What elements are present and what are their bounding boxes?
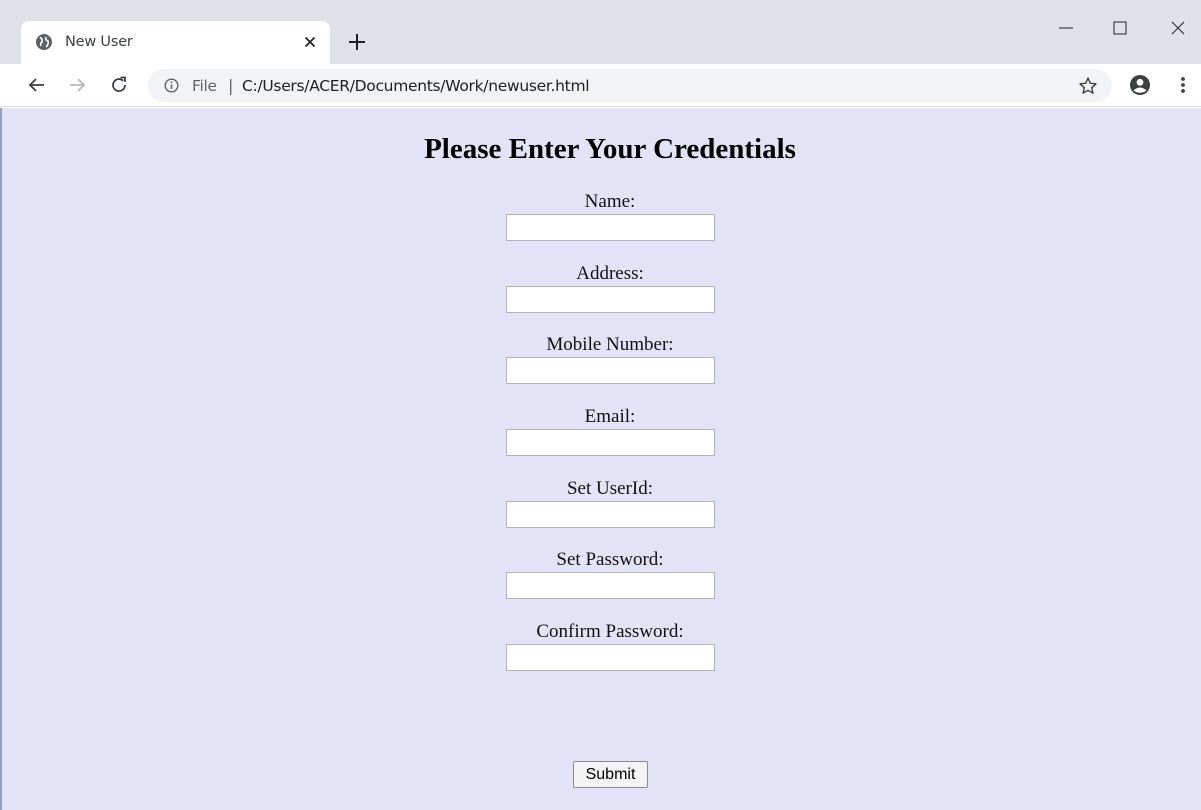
address-input[interactable]: [505, 286, 715, 313]
confirm-password-input[interactable]: [505, 644, 715, 671]
account-icon[interactable]: [1128, 73, 1152, 97]
userid-input[interactable]: [505, 501, 715, 528]
tab-strip: New User: [0, 0, 1201, 64]
page-viewport: Please Enter Your Credentials Name: Addr…: [0, 108, 1201, 810]
name-field: Name:: [460, 191, 760, 241]
name-input[interactable]: [505, 214, 715, 241]
forward-arrow-icon[interactable]: [66, 74, 88, 96]
address-field: Address:: [460, 263, 760, 313]
star-icon[interactable]: [1078, 76, 1098, 96]
password-label: Set Password:: [556, 549, 664, 570]
name-label: Name:: [584, 191, 636, 212]
url-text[interactable]: C:/Users/ACER/Documents/Work/newuser.htm…: [242, 77, 590, 95]
address-label: Address:: [576, 263, 644, 284]
mobile-number-field: Mobile Number:: [460, 334, 760, 384]
browser-toolbar: File | C:/Users/ACER/Documents/Work/newu…: [0, 64, 1201, 107]
info-icon[interactable]: [164, 78, 179, 93]
password-input[interactable]: [505, 572, 715, 599]
reload-icon[interactable]: [108, 74, 130, 96]
confirm-password-label: Confirm Password:: [536, 621, 684, 642]
omnibox-separator: |: [228, 76, 234, 95]
userid-label: Set UserId:: [566, 478, 653, 499]
back-arrow-icon[interactable]: [26, 74, 48, 96]
confirm-password-field: Confirm Password:: [460, 621, 760, 671]
new-tab-icon[interactable]: [346, 31, 368, 53]
submit-button[interactable]: Submit: [573, 761, 648, 788]
menu-icon[interactable]: [1174, 74, 1192, 96]
email-label: Email:: [584, 406, 636, 427]
window-left-edge: [0, 108, 2, 810]
minimize-icon[interactable]: [1052, 14, 1080, 42]
scheme-label: File: [192, 77, 217, 95]
email-field: Email:: [460, 406, 760, 456]
page-title: Please Enter Your Credentials: [424, 133, 796, 165]
email-input[interactable]: [505, 429, 715, 456]
mobile-number-label: Mobile Number:: [546, 334, 674, 355]
maximize-icon[interactable]: [1106, 14, 1134, 42]
mobile-number-input[interactable]: [505, 357, 715, 384]
password-field: Set Password:: [460, 549, 760, 599]
userid-field: Set UserId:: [460, 478, 760, 528]
tab-title: New User: [65, 34, 133, 50]
address-bar[interactable]: File | C:/Users/ACER/Documents/Work/newu…: [148, 69, 1112, 102]
tab-close-icon[interactable]: [301, 33, 319, 51]
tab-new-user[interactable]: New User: [21, 21, 330, 64]
close-icon[interactable]: [1164, 14, 1192, 42]
globe-icon: [36, 34, 52, 50]
